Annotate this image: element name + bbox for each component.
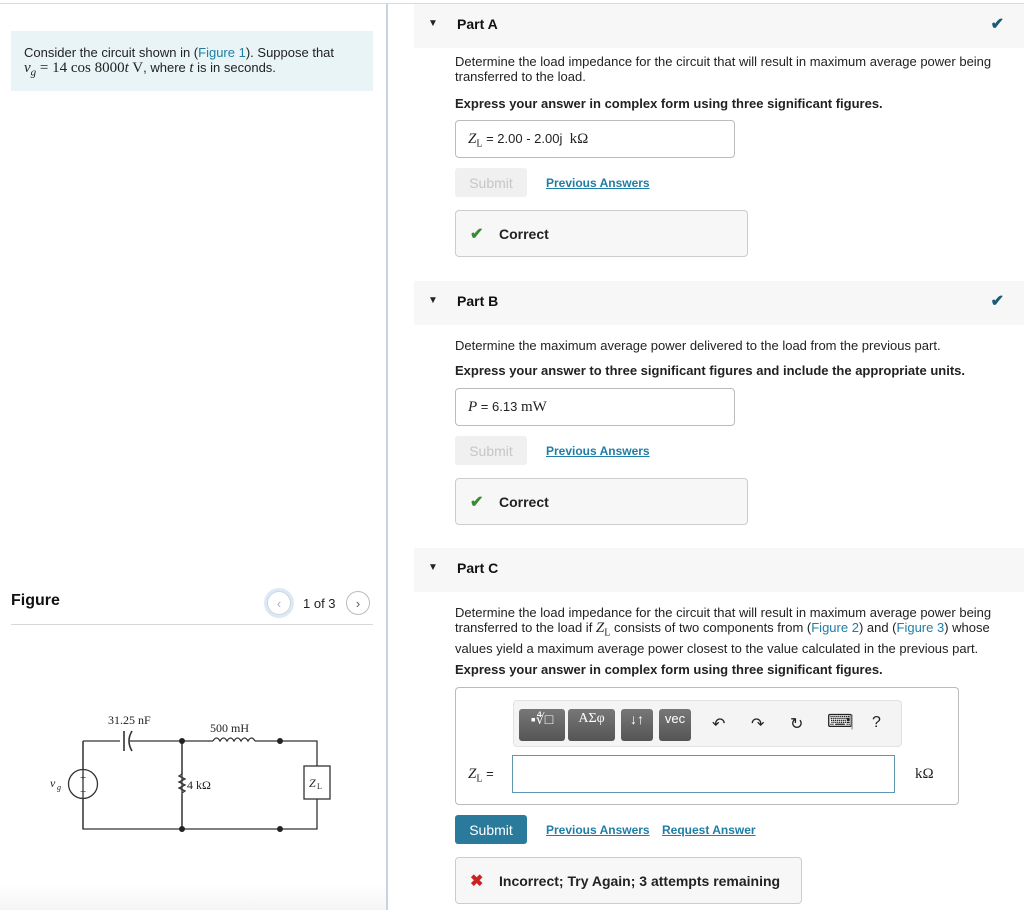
part-a-instruction: Express your answer in complex form usin… [455,96,883,111]
toolbar-separator: | [850,713,855,730]
node-dot [277,738,283,744]
parts-pane: ▼ Part A ✔ Determine the load impedance … [388,4,1024,910]
part-c-answer-input[interactable] [512,755,895,793]
answer-equals: = [477,399,492,414]
answer-value: 2.00 - 2.00j [497,131,563,146]
part-b-question: Determine the maximum average power deli… [455,338,941,353]
vg-variable: v [24,60,31,76]
part-c-math-editor: ▪∜□ ΑΣφ ↓↑ vec ↶ ↷ ↻ ⌨ | ? ZL = kΩ [455,687,959,805]
feedback-text: Incorrect; Try Again; 3 attempts remaini… [499,873,781,889]
feedback-text: Correct [499,226,549,242]
resistor-symbol [177,773,187,794]
math-toolbar: ▪∜□ ΑΣφ ↓↑ vec ↶ ↷ ↻ ⌨ | ? [513,700,902,747]
part-b-title: Part B [457,293,499,309]
node-dot [277,826,283,832]
answer-equals: = [482,766,494,781]
zl-variable: Z [595,620,605,636]
vg-expression: = 14 cos 8000 [36,60,125,76]
answer-value: 6.13 [492,399,518,414]
help-button[interactable]: ? [872,714,881,732]
arrows-button[interactable]: ↓↑ [621,709,653,741]
templates-button[interactable]: ▪∜□ [519,709,565,741]
problem-text: , where [143,60,190,75]
figure-next-button[interactable]: › [346,591,370,615]
part-b-previous-answers-link[interactable]: Previous Answers [546,444,650,458]
greek-symbols-button[interactable]: ΑΣφ [568,709,615,741]
part-c-feedback: ✖ Incorrect; Try Again; 3 attempts remai… [455,857,802,904]
part-b-instruction: Express your answer to three significant… [455,363,965,378]
caret-down-icon: ▼ [428,18,438,29]
node-dot [179,738,185,744]
capacitor-label: 31.25 nF [108,713,151,727]
resistor-label: 4 kΩ [187,778,211,792]
part-b-submit-button[interactable]: Submit [455,436,527,465]
checkmark-icon: ✔ [990,16,1004,33]
undo-icon[interactable]: ↶ [712,714,725,734]
figure-2-link[interactable]: Figure 2 [811,620,859,635]
source-plus: + [80,772,86,784]
part-c-title: Part C [457,560,499,576]
figure-3-link[interactable]: Figure 3 [897,620,945,635]
figure-header: Figure ‹ 1 of 3 › [11,591,373,625]
part-a-previous-answers-link[interactable]: Previous Answers [546,176,650,190]
figure-prev-button[interactable]: ‹ [267,591,291,615]
figure-1-link[interactable]: Figure 1 [198,45,246,60]
checkmark-icon: ✔ [990,293,1004,310]
part-a-question: Determine the load impedance for the cir… [455,54,992,84]
source-label: v [50,776,56,790]
part-c-submit-button[interactable]: Submit [455,815,527,844]
request-answer-link[interactable]: Request Answer [662,823,756,837]
inductor-symbol [212,737,256,743]
vector-button[interactable]: vec [659,709,691,741]
load-label: Z [309,776,316,790]
question-text: consists of two components from ( [610,620,812,635]
x-icon: ✖ [470,873,484,890]
figure-counter: 1 of 3 [303,596,336,611]
circuit-diagram: + − 31.25 nF 500 mH 4 kΩ v g Z L [50,713,331,832]
part-b-feedback: ✔ Correct [455,478,748,525]
chevron-right-icon: › [355,595,361,611]
problem-statement: Consider the circuit shown in (Figure 1)… [11,31,373,91]
part-a-submit-button[interactable]: Submit [455,168,527,197]
check-icon: ✔ [470,494,484,511]
vg-unit: V [128,60,144,76]
answer-equals: = [482,131,498,146]
part-a-feedback: ✔ Correct [455,210,748,257]
part-a-title: Part A [457,16,498,32]
problem-text: is in seconds. [193,60,276,75]
source-minus: − [80,786,86,798]
part-c-answer-label: ZL = [468,766,494,785]
part-c-instruction: Express your answer in complex form usin… [455,662,883,677]
problem-pane: Consider the circuit shown in (Figure 1)… [0,4,387,910]
check-icon: ✔ [470,226,484,243]
caret-down-icon: ▼ [428,562,438,573]
part-a-answer-field: ZL = 2.00 - 2.00j kΩ [455,120,735,158]
problem-text: ). Suppose that [245,45,335,60]
answer-variable: P [468,399,478,415]
reset-icon[interactable]: ↻ [790,714,803,734]
node-dot [179,826,185,832]
question-text: ) and ( [858,620,897,635]
part-a-header[interactable]: ▼ Part A ✔ [414,4,1024,48]
caret-down-icon: ▼ [428,295,438,306]
inductor-label: 500 mH [210,721,249,735]
figure-title: Figure [11,592,60,609]
part-b-answer-field: P = 6.13 mW [455,388,735,426]
chevron-left-icon: ‹ [276,595,282,611]
part-c-header[interactable]: ▼ Part C [414,548,1024,592]
part-c-previous-answers-link[interactable]: Previous Answers [546,823,650,837]
part-c-question: Determine the load impedance for the cir… [455,605,1015,656]
answer-unit: mW [520,399,547,415]
redo-icon[interactable]: ↷ [751,714,764,734]
part-b-header[interactable]: ▼ Part B ✔ [414,281,1024,325]
feedback-text: Correct [499,494,549,510]
source-subscript: g [57,783,61,792]
problem-text: Consider the circuit shown in ( [24,45,199,60]
load-subscript: L [317,782,322,791]
answer-unit: kΩ [569,131,589,147]
answer-unit: kΩ [915,766,934,782]
bottom-fade [0,884,387,910]
